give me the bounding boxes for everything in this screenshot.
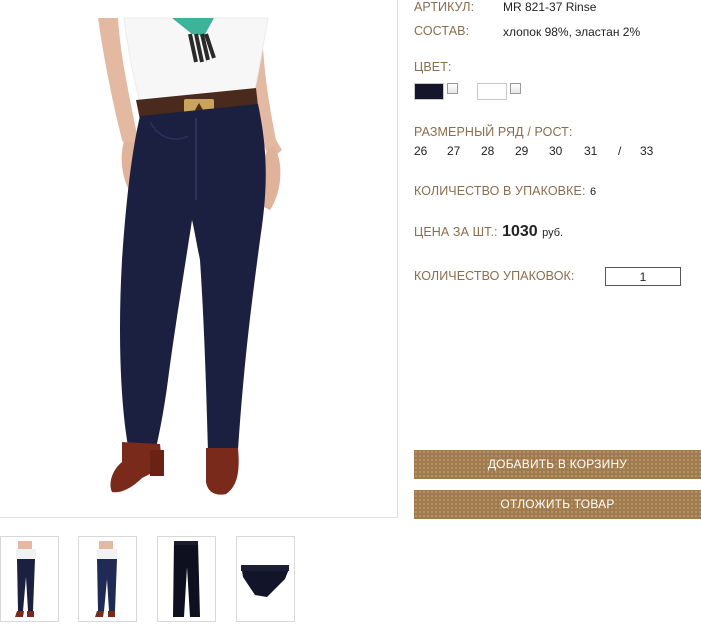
pack-quantity-value: 6 bbox=[589, 186, 597, 198]
thumbnail-back-view[interactable] bbox=[78, 536, 137, 622]
thumbnail-flat-front[interactable] bbox=[157, 536, 216, 622]
size-item: 26 bbox=[414, 144, 428, 158]
pack-quantity-row: КОЛИЧЕСТВО В УПАКОВКЕ: 6 bbox=[414, 182, 596, 200]
color-label: ЦВЕТ: bbox=[414, 60, 452, 74]
postpone-item-button[interactable]: ОТЛОЖИТЬ ТОВАР bbox=[414, 490, 701, 519]
size-item: 30 bbox=[549, 144, 563, 158]
size-item: 33 bbox=[640, 144, 654, 158]
size-list: 26 27 28 29 30 31 / 33 bbox=[414, 144, 674, 160]
price-row: ЦЕНА ЗА ШТ.: 1030 руб. bbox=[414, 223, 563, 241]
thumbnail-front-view[interactable] bbox=[0, 536, 59, 622]
size-item: 27 bbox=[447, 144, 461, 158]
size-separator: / bbox=[618, 144, 622, 158]
size-item: 31 bbox=[584, 144, 598, 158]
color-swatch-navy[interactable] bbox=[414, 83, 444, 100]
price-value: 1030 bbox=[502, 223, 538, 240]
article-value: MR 821-37 Rinse bbox=[503, 0, 597, 14]
color-checkbox-navy[interactable] bbox=[447, 83, 458, 94]
add-to-cart-button[interactable]: ДОБАВИТЬ В КОРЗИНУ bbox=[414, 450, 701, 479]
composition-label: СОСТАВ: bbox=[414, 24, 470, 38]
packs-count-label: КОЛИЧЕСТВО УПАКОВОК: bbox=[414, 269, 575, 283]
pack-quantity-label: КОЛИЧЕСТВО В УПАКОВКЕ: bbox=[414, 184, 586, 198]
size-range-label: РАЗМЕРНЫЙ РЯД / РОСТ: bbox=[414, 125, 573, 139]
size-item: 29 bbox=[515, 144, 529, 158]
thumbnail-folded[interactable] bbox=[236, 536, 295, 622]
article-label: АРТИКУЛ: bbox=[414, 0, 475, 14]
thumbnail-gallery bbox=[0, 536, 300, 622]
size-item: 28 bbox=[481, 144, 495, 158]
color-swatch-white[interactable] bbox=[477, 83, 507, 100]
price-label: ЦЕНА ЗА ШТ.: bbox=[414, 225, 498, 239]
color-checkbox-white[interactable] bbox=[510, 83, 521, 94]
composition-value: хлопок 98%, эластан 2% bbox=[503, 25, 641, 39]
main-product-image[interactable] bbox=[0, 0, 398, 518]
packs-count-input[interactable] bbox=[605, 267, 681, 286]
price-currency: руб. bbox=[542, 227, 564, 239]
